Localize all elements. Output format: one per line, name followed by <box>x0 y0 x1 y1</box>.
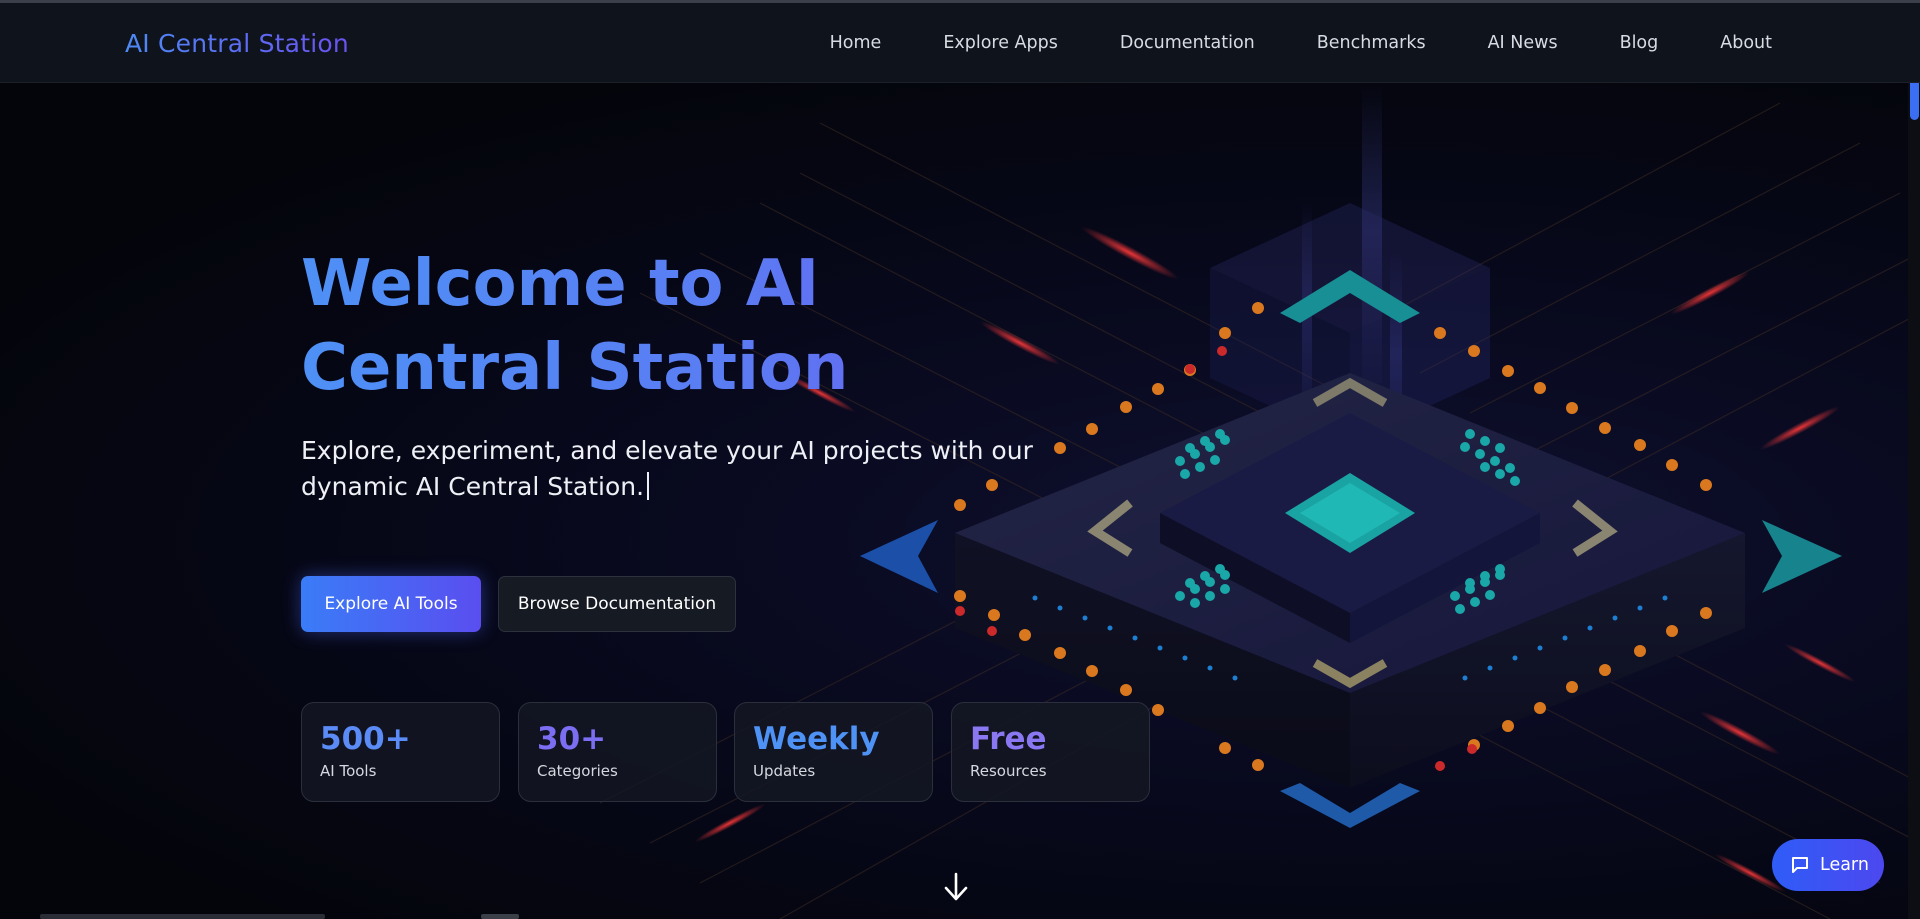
page-scrollbar[interactable] <box>1908 0 1920 919</box>
stat-label: AI Tools <box>320 762 377 780</box>
stat-card-ai-tools: 500+ AI Tools <box>301 702 500 802</box>
stat-label: Updates <box>753 762 816 780</box>
stat-value: Weekly <box>753 721 880 757</box>
nav-link-blog[interactable]: Blog <box>1620 33 1659 53</box>
learn-chat-button[interactable]: Learn <box>1772 839 1884 891</box>
nav-link-ai-news[interactable]: AI News <box>1488 33 1558 53</box>
hero-subtitle-text: Explore, experiment, and elevate your AI… <box>301 436 1033 501</box>
nav-link-about[interactable]: About <box>1720 33 1772 53</box>
horizontal-scrollbar[interactable] <box>40 914 325 919</box>
arrow-down-icon[interactable] <box>942 872 970 902</box>
browse-documentation-button[interactable]: Browse Documentation <box>498 576 736 632</box>
nav-link-explore-apps[interactable]: Explore Apps <box>943 33 1058 53</box>
hero-title: Welcome to AI Central Station <box>301 242 1061 410</box>
stat-value: 500+ <box>320 721 411 757</box>
hero-subtitle: Explore, experiment, and elevate your AI… <box>301 433 1061 505</box>
nav-link-home[interactable]: Home <box>830 33 882 53</box>
brand-logo[interactable]: AI Central Station <box>125 29 349 58</box>
page: AI Central Station Home Explore Apps Doc… <box>0 0 1920 919</box>
chat-icon <box>1792 857 1808 873</box>
stat-label: Resources <box>970 762 1047 780</box>
nav-link-documentation[interactable]: Documentation <box>1120 33 1255 53</box>
stat-card-updates: Weekly Updates <box>734 702 933 802</box>
stat-value: 30+ <box>537 721 607 757</box>
nav-link-benchmarks[interactable]: Benchmarks <box>1317 33 1426 53</box>
stat-value: Free <box>970 721 1047 757</box>
stat-card-resources: Free Resources <box>951 702 1150 802</box>
nav-links: Home Explore Apps Documentation Benchmar… <box>768 33 1772 53</box>
horizontal-scrollbar-thumb[interactable] <box>481 914 519 919</box>
chat-button-label: Learn <box>1820 855 1869 875</box>
stat-label: Categories <box>537 762 618 780</box>
top-navbar: AI Central Station Home Explore Apps Doc… <box>0 0 1920 83</box>
explore-ai-tools-button[interactable]: Explore AI Tools <box>301 576 481 632</box>
text-cursor <box>647 472 650 500</box>
stat-card-categories: 30+ Categories <box>518 702 717 802</box>
